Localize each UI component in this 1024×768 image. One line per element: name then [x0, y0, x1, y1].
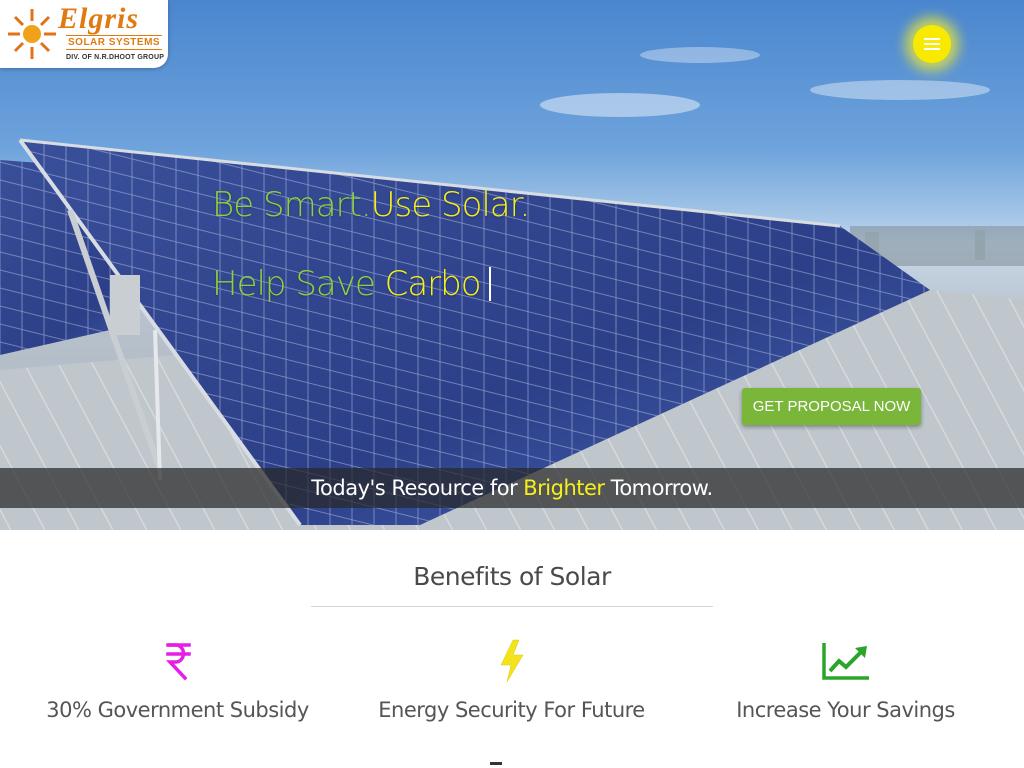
solar-panels-photo [0, 47, 1024, 530]
benefit-label: 30% Government Subsidy [46, 698, 309, 722]
hamburger-menu-button[interactable] [913, 25, 951, 63]
tagline-highlight: Brighter [523, 476, 605, 500]
company-logo[interactable]: Elgris SOLAR SYSTEMS DIV. OF N.R.DHOOT G… [0, 0, 168, 68]
get-proposal-button[interactable]: GET PROPOSAL NOW [742, 388, 921, 425]
benefits-heading: Benefits of Solar [413, 562, 611, 591]
headline-line-2: Help Save Carbo [212, 264, 491, 304]
headline-2-green: Help Save [212, 264, 385, 304]
heading-divider [311, 606, 713, 607]
headline-1-green: Be Smart. [212, 185, 372, 225]
benefit-subsidy: 30% Government Subsidy [7, 638, 348, 722]
line-chart-icon [821, 643, 869, 680]
menu-bar-icon [924, 38, 940, 40]
rupee-icon [165, 643, 191, 681]
benefit-energy-security: Energy Security For Future [341, 638, 682, 722]
typing-cursor [488, 267, 491, 301]
lightning-bolt-icon [500, 639, 523, 683]
headline-1-yellow: Use Solar. [370, 185, 531, 225]
benefit-label: Increase Your Savings [736, 698, 955, 722]
hero-banner: Elgris SOLAR SYSTEMS DIV. OF N.R.DHOOT G… [0, 0, 1024, 530]
benefit-label: Energy Security For Future [378, 698, 645, 722]
logo-subtitle: SOLAR SYSTEMS [66, 35, 163, 50]
headline-line-1: Be Smart.Use Solar. [212, 185, 531, 225]
logo-division: DIV. OF N.R.DHOOT GROUP [66, 54, 165, 61]
tagline-bar: Today's Resource for Brighter Tomorrow. [0, 468, 1024, 508]
menu-bar-icon [924, 43, 940, 45]
menu-bar-icon [924, 48, 940, 50]
benefit-savings: Increase Your Savings [675, 638, 1016, 722]
tagline-before: Today's Resource for [311, 476, 518, 500]
logo-brand-text: Elgris [58, 2, 140, 35]
sun-logo-icon [8, 9, 56, 59]
tagline-after: Tomorrow. [610, 476, 714, 500]
headline-2-yellow: Carbo [384, 264, 482, 304]
next-section-edge [490, 762, 502, 765]
